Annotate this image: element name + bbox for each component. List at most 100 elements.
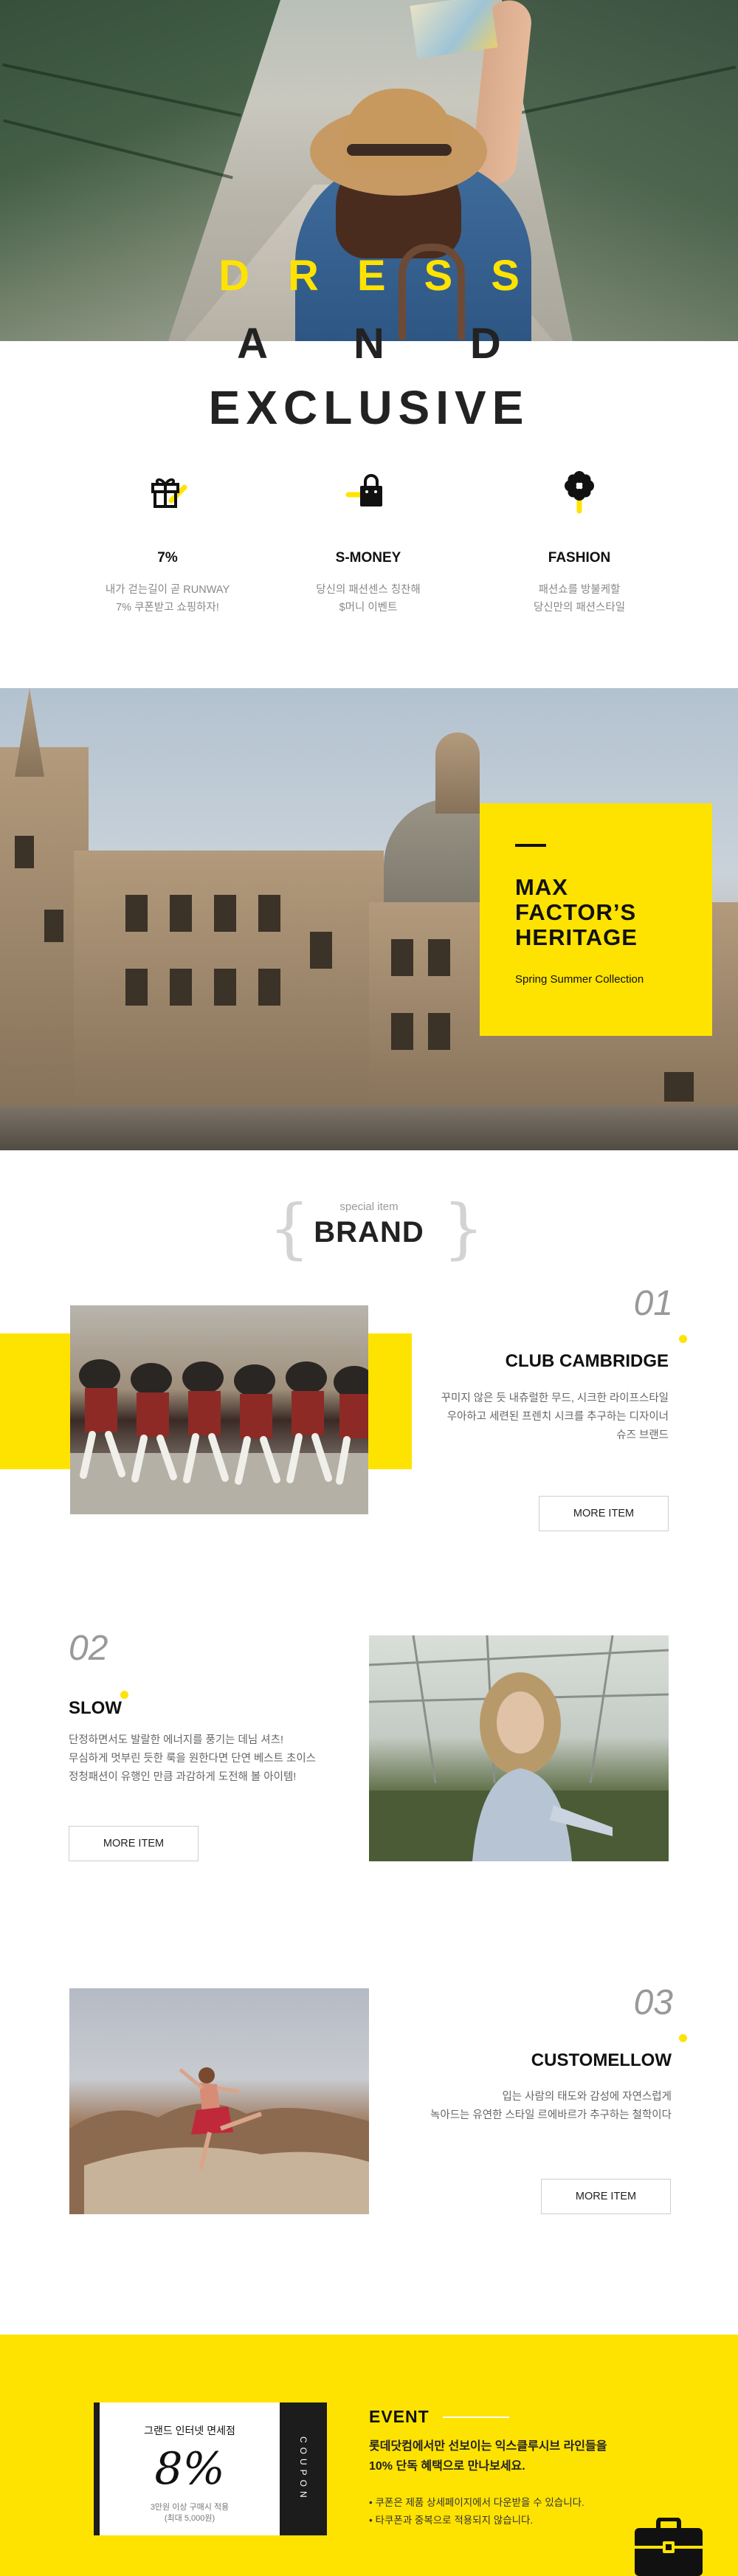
heritage-title-line: HERITAGE <box>515 924 638 950</box>
window <box>428 1013 450 1050</box>
feature-list: 7% 내가 걷는길이 곧 RUNWAY 7% 쿠폰받고 쇼핑하자! S-MONE… <box>0 465 738 635</box>
window <box>44 910 63 942</box>
heritage-title-line: MAX <box>515 874 568 900</box>
hero-title-dress: DRESS <box>218 252 558 300</box>
coupon-note-line: 3만원 이상 구매시 적용 <box>150 2503 230 2512</box>
item-photo-parade[interactable] <box>70 1305 368 1514</box>
item-number: 03 <box>633 1983 673 2022</box>
window <box>125 969 148 1006</box>
item-desc: 입는 사람의 태도와 감성에 자연스럽게 녹아드는 유연한 스타일 르에바르가 … <box>369 2088 672 2125</box>
heritage-card[interactable]: MAX FACTOR’S HERITAGE Spring Summer Coll… <box>480 803 712 1036</box>
more-item-button[interactable]: MORE ITEM <box>69 1826 199 1861</box>
window <box>258 895 280 932</box>
feature-desc: 패션쇼를 방불케할 당신만의 패션스타일 <box>483 581 675 616</box>
feature-item[interactable]: 7% 내가 걷는길이 곧 RUNWAY 7% 쿠폰받고 쇼핑하자! <box>72 465 263 616</box>
item-desc-line: 꾸미지 않은 듯 내츄럴한 무드, 시크한 라이프스타일 <box>441 1392 669 1404</box>
item-desc-line: 무심하게 멋부린 듯한 룩을 원한다면 단연 베스트 초이스 <box>69 1753 317 1765</box>
item-title: CLUB CAMBRIDGE <box>505 1351 669 1371</box>
window <box>664 1072 694 1102</box>
feature-desc: 당신의 패션센스 칭찬해 $머니 이벤트 <box>272 581 464 616</box>
left-brace-icon: { <box>269 1190 310 1266</box>
right-brace-icon: } <box>443 1190 484 1266</box>
event-title-line <box>443 2417 509 2418</box>
event-description-line: 10% 단독 혜택으로 만나보세요. <box>369 2460 525 2473</box>
event-note: • 쿠폰은 제품 상세페이지에서 다운받을 수 있습니다. <box>369 2494 584 2509</box>
more-item-button[interactable]: MORE ITEM <box>541 2179 671 2214</box>
street <box>0 1106 738 1150</box>
feature-item[interactable]: FASHION 패션쇼를 방불케할 당신만의 패션스타일 <box>483 465 675 616</box>
dancer-illustration <box>69 2067 369 2214</box>
item-photo-greenhouse[interactable] <box>369 1635 669 1861</box>
more-item-button[interactable]: MORE ITEM <box>539 1496 669 1531</box>
heritage-subtitle: Spring Summer Collection <box>515 973 644 986</box>
event-banner: 그랜드 인터넷 면세점 8% 3만원 이상 구매시 적용 (최대 5,000원)… <box>0 2335 738 2576</box>
item-desc-line: 슈즈 브랜드 <box>616 1429 669 1441</box>
dome-lantern <box>435 732 480 814</box>
event-note-text: 쿠폰은 제품 상세페이지에서 다운받을 수 있습니다. <box>375 2497 584 2508</box>
item-desc-line: 녹아드는 유연한 스타일 르에바르가 추구하는 철학이다 <box>430 2109 672 2121</box>
feature-title: FASHION <box>548 550 611 566</box>
greenhouse-illustration <box>369 1635 669 1861</box>
heritage-title-line: FACTOR’S <box>515 899 637 925</box>
window <box>214 895 236 932</box>
feature-desc-line: 내가 걷는길이 곧 RUNWAY <box>105 584 230 596</box>
feature-desc-line: 패션쇼를 방불케할 <box>538 584 621 596</box>
coupon-side: COUPON <box>280 2402 327 2535</box>
shopping-bag-icon <box>342 465 394 517</box>
feature-desc-line: $머니 이벤트 <box>339 602 398 614</box>
briefcase-icon <box>633 2517 704 2576</box>
window <box>125 895 148 932</box>
event-note: • 타쿠폰과 중복으로 적용되지 않습니다. <box>369 2512 533 2527</box>
brand-heading: { special item BRAND } <box>0 1196 738 1263</box>
window <box>214 969 236 1006</box>
feature-item[interactable]: S-MONEY 당신의 패션센스 칭찬해 $머니 이벤트 <box>272 465 464 616</box>
gift-icon <box>142 465 193 517</box>
feature-title: 7% <box>157 550 178 566</box>
item-title: CUSTOMELLOW <box>531 2050 672 2070</box>
coupon-card[interactable]: 그랜드 인터넷 면세점 8% 3만원 이상 구매시 적용 (최대 5,000원)… <box>94 2402 327 2535</box>
accent-dot <box>679 1335 687 1343</box>
hat-crown <box>343 89 454 170</box>
coupon-title: 그랜드 인터넷 면세점 <box>144 2425 235 2436</box>
event-note-text: 타쿠폰과 중복으로 적용되지 않습니다. <box>375 2515 534 2526</box>
hero-title-exclusive: EXCLUSIVE <box>208 381 530 434</box>
window <box>428 939 450 976</box>
window <box>15 836 34 868</box>
coupon-side-label: COUPON <box>298 2436 308 2502</box>
window <box>391 1013 413 1050</box>
event-title: EVENT <box>369 2407 430 2426</box>
event-description-line: 롯데닷컴에서만 선보이는 익스클루시브 라인들을 <box>369 2440 607 2453</box>
brand-title: BRAND <box>314 1216 424 1248</box>
feature-title: S-MONEY <box>335 550 401 566</box>
window <box>258 969 280 1006</box>
item-desc-line: 우아하고 세련된 프렌치 시크를 추구하는 디자이너 <box>446 1411 669 1423</box>
item-desc-line: 입는 사람의 태도와 감성에 자연스럽게 <box>502 2091 672 2103</box>
feature-desc: 내가 걷는길이 곧 RUNWAY 7% 쿠폰받고 쇼핑하자! <box>72 581 263 616</box>
coupon-left-edge <box>94 2402 100 2535</box>
coupon-note: 3만원 이상 구매시 적용 (최대 5,000원) <box>100 2502 280 2524</box>
window <box>391 939 413 976</box>
hat-band <box>347 144 452 156</box>
brand-subtitle: special item <box>339 1201 399 1213</box>
event-description: 롯데닷컴에서만 선보이는 익스클루시브 라인들을 10% 단독 혜택으로 만나보… <box>369 2436 607 2476</box>
church-spire <box>15 688 44 777</box>
item-desc-line: 정청패션이 유행인 만큼 과감하게 도전해 볼 아이템! <box>69 1771 297 1783</box>
heritage-accent-bar <box>515 844 546 847</box>
coupon-percent: 8% <box>154 2443 225 2495</box>
accent-dot <box>679 2034 687 2042</box>
accent-dot <box>120 1691 128 1699</box>
item-photo-dancer[interactable] <box>69 1988 369 2214</box>
accent-block <box>0 1333 70 1469</box>
hero-title-and: AND <box>237 320 587 368</box>
item-desc-line: 단정하면서도 발랄한 에너지를 풍기는 데님 셔츠! <box>69 1734 283 1746</box>
heritage-title: MAX FACTOR’S HERITAGE <box>515 875 638 950</box>
parade-illustration <box>70 1359 368 1514</box>
window <box>170 969 192 1006</box>
item-title: SLOW <box>69 1698 122 1718</box>
feature-desc-line: 당신의 패션센스 칭찬해 <box>316 584 421 596</box>
item-desc: 꾸미지 않은 듯 내츄럴한 무드, 시크한 라이프스타일 우아하고 세련된 프렌… <box>369 1390 669 1445</box>
coupon-note-line: (최대 5,000원) <box>164 2514 215 2523</box>
item-number: 02 <box>69 1629 108 1668</box>
item-desc: 단정하면서도 발랄한 에너지를 풍기는 데님 셔츠! 무심하게 멋부린 듯한 룩… <box>69 1731 379 1787</box>
item-number: 01 <box>633 1284 673 1323</box>
